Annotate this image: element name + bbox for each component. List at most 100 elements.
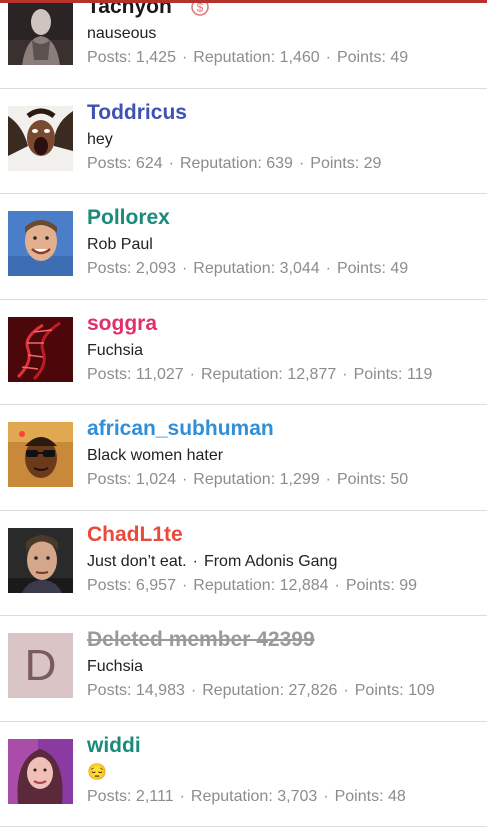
screaming-woman-avatar[interactable] <box>8 106 73 171</box>
reputation-value: 639 <box>266 155 293 172</box>
member-title: hey <box>87 130 113 150</box>
posts-value: 2,111 <box>136 788 174 805</box>
reputation-value: 3,703 <box>277 788 317 805</box>
reputation-value: 3,044 <box>280 260 320 277</box>
posts-label: Posts: <box>87 471 131 488</box>
member-title-emoji: 😔 <box>87 763 107 783</box>
separator: · <box>176 471 193 488</box>
separator: · <box>185 682 202 699</box>
points-value: 109 <box>408 682 435 699</box>
points-label: Points: <box>335 788 384 805</box>
separator: · <box>320 260 337 277</box>
member-title-text: Just don’t eat. <box>87 553 187 570</box>
reputation-label: Reputation: <box>202 682 284 699</box>
member-row: widdi 😔 Posts: 2,111·Reputation: 3,703·P… <box>0 722 487 827</box>
woman-portrait-avatar[interactable] <box>8 739 73 804</box>
member-username-deleted: Deleted member 42399 <box>87 627 315 653</box>
separator: · <box>337 682 354 699</box>
avatar-letter: D <box>8 633 73 698</box>
separator: · <box>176 577 193 594</box>
separator: · <box>174 788 191 805</box>
member-username[interactable]: widdi <box>87 733 141 759</box>
posts-value: 1,024 <box>136 471 176 488</box>
member-row: Pollorex Rob Paul Posts: 2,093·Reputatio… <box>0 194 487 300</box>
points-label: Points: <box>355 682 404 699</box>
member-username[interactable]: Tachyon <box>87 0 172 20</box>
member-stats: Posts: 1,425·Reputation: 1,460·Points: 4… <box>87 48 408 68</box>
separator: · <box>176 260 193 277</box>
member-title-extra: From Adonis Gang <box>204 553 337 570</box>
points-label: Points: <box>354 366 403 383</box>
separator: · <box>317 788 334 805</box>
points-value: 49 <box>390 260 408 277</box>
posts-label: Posts: <box>87 260 131 277</box>
reputation-value: 1,460 <box>280 49 320 66</box>
member-title: Rob Paul <box>87 235 153 255</box>
reputation-label: Reputation: <box>180 155 262 172</box>
reputation-value: 12,884 <box>280 577 329 594</box>
member-username[interactable]: african_subhuman <box>87 416 274 442</box>
reputation-label: Reputation: <box>193 577 275 594</box>
man-portrait-avatar[interactable] <box>8 528 73 593</box>
member-row: Tachyon $ nauseous Posts: 1,425·Reputati… <box>0 0 487 89</box>
points-label: Points: <box>337 49 386 66</box>
member-username[interactable]: Pollorex <box>87 205 170 231</box>
reputation-value: 1,299 <box>280 471 320 488</box>
posts-label: Posts: <box>87 682 131 699</box>
member-list: Tachyon $ nauseous Posts: 1,425·Reputati… <box>0 0 487 827</box>
posts-value: 6,957 <box>136 577 176 594</box>
points-value: 99 <box>399 577 417 594</box>
separator: · <box>336 366 353 383</box>
separator: · <box>187 553 204 570</box>
reputation-value: 27,826 <box>288 682 337 699</box>
member-username[interactable]: ChadL1te <box>87 522 183 548</box>
dna-helix-avatar[interactable] <box>8 317 73 382</box>
member-stats: Posts: 1,024·Reputation: 1,299·Points: 5… <box>87 470 408 490</box>
member-stats: Posts: 2,093·Reputation: 3,044·Points: 4… <box>87 259 408 279</box>
separator: · <box>320 49 337 66</box>
member-row: D Deleted member 42399 Fuchsia Posts: 14… <box>0 616 487 722</box>
member-title: Black women hater <box>87 446 223 466</box>
sunglasses-man-avatar[interactable] <box>8 422 73 487</box>
member-stats: Posts: 624·Reputation: 639·Points: 29 <box>87 154 381 174</box>
member-title: nauseous <box>87 24 156 44</box>
separator: · <box>329 577 346 594</box>
posts-label: Posts: <box>87 366 131 383</box>
separator: · <box>320 471 337 488</box>
posts-label: Posts: <box>87 788 131 805</box>
posts-label: Posts: <box>87 49 131 66</box>
points-value: 119 <box>407 366 433 383</box>
member-stats: Posts: 11,027·Reputation: 12,877·Points:… <box>87 365 432 385</box>
smiling-man-avatar[interactable] <box>8 211 73 276</box>
posts-value: 1,425 <box>136 49 176 66</box>
member-row: african_subhuman Black women hater Posts… <box>0 405 487 511</box>
dark-figure-avatar[interactable] <box>8 0 73 65</box>
separator: · <box>163 155 180 172</box>
separator: · <box>184 366 201 383</box>
points-value: 48 <box>388 788 406 805</box>
letter-avatar: D <box>8 633 73 698</box>
member-username[interactable]: Toddricus <box>87 100 187 126</box>
reputation-label: Reputation: <box>193 260 275 277</box>
member-row: soggra Fuchsia Posts: 11,027·Reputation:… <box>0 300 487 406</box>
posts-label: Posts: <box>87 577 131 594</box>
member-row: Toddricus hey Posts: 624·Reputation: 639… <box>0 89 487 195</box>
reputation-label: Reputation: <box>191 788 273 805</box>
member-stats: Posts: 6,957·Reputation: 12,884·Points: … <box>87 576 417 596</box>
points-value: 29 <box>364 155 382 172</box>
posts-label: Posts: <box>87 155 131 172</box>
member-row: ChadL1te Just don’t eat.·From Adonis Gan… <box>0 511 487 617</box>
points-value: 50 <box>390 471 408 488</box>
reputation-label: Reputation: <box>193 49 275 66</box>
top-accent-bar <box>0 0 487 3</box>
member-title: Fuchsia <box>87 341 143 361</box>
points-label: Points: <box>310 155 359 172</box>
points-value: 49 <box>390 49 408 66</box>
points-label: Points: <box>337 471 386 488</box>
member-username[interactable]: soggra <box>87 311 157 337</box>
member-stats: Posts: 14,983·Reputation: 27,826·Points:… <box>87 681 435 701</box>
reputation-value: 12,877 <box>287 366 336 383</box>
posts-value: 11,027 <box>136 366 184 383</box>
reputation-label: Reputation: <box>201 366 283 383</box>
member-title: Fuchsia <box>87 657 143 677</box>
